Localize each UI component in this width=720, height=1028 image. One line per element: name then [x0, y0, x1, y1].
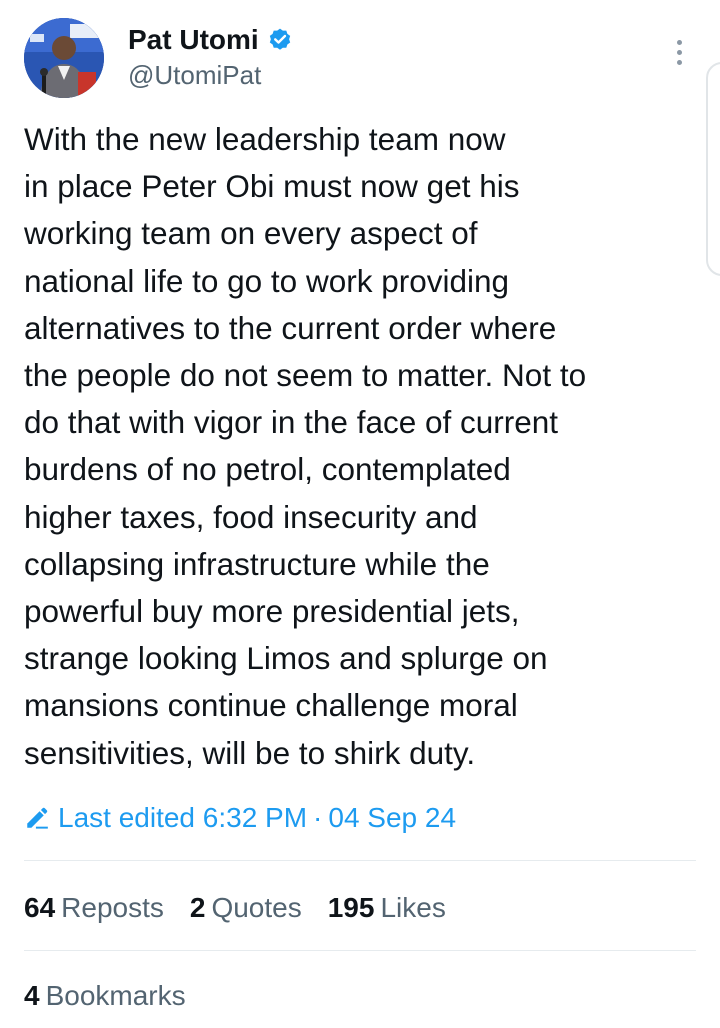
- more-dot: [676, 39, 682, 45]
- likes-count: 195: [327, 892, 375, 923]
- tweet-text-line: strange looking Limos and splurge on: [24, 640, 548, 677]
- tweet-text-line: collapsing infrastructure while the: [24, 545, 490, 582]
- tweet-text-line: the people do not seem to matter. Not to: [24, 357, 587, 394]
- bookmarks-label: Bookmarks: [45, 980, 186, 1011]
- quotes-count: 2: [189, 892, 206, 923]
- tweet-text-line: national life to go to work providing: [24, 262, 510, 299]
- bookmarks-count: 4: [24, 980, 40, 1011]
- tweet-detail: Pat Utomi @UtomiPat With the new leaders…: [0, 0, 720, 1028]
- engagement-stats: 64 Reposts 2 Quotes 195 Likes: [24, 888, 472, 928]
- last-edited-date[interactable]: 04 Sep 24: [328, 802, 456, 834]
- tweet-text-line: powerful buy more presidential jets,: [24, 593, 520, 630]
- tweet-text: With the new leadership team now in place…: [24, 116, 700, 777]
- author-handle[interactable]: @UtomiPat: [128, 58, 261, 92]
- verified-badge-icon: [267, 27, 293, 53]
- quotes-stat[interactable]: 2 Quotes: [190, 892, 302, 924]
- bookmarks-stat[interactable]: 4 Bookmarks: [24, 980, 186, 1012]
- tweet-text-line: higher taxes, food insecurity and: [24, 498, 478, 535]
- more-options-icon[interactable]: [664, 34, 694, 70]
- reposts-label: Reposts: [61, 892, 164, 923]
- last-edited-link[interactable]: Last edited 6:32 PM · 04 Sep 24: [24, 798, 456, 838]
- more-dot: [676, 49, 682, 55]
- tweet-text-line: alternatives to the current order where: [24, 309, 557, 346]
- reposts-stat[interactable]: 64 Reposts: [24, 892, 164, 924]
- divider: [24, 950, 696, 951]
- quotes-label: Quotes: [211, 892, 302, 923]
- tweet-text-line: mansions continue challenge moral: [24, 687, 518, 724]
- reposts-count: 64: [24, 892, 56, 923]
- likes-stat[interactable]: 195 Likes: [328, 892, 446, 924]
- tweet-text-line: do that with vigor in the face of curren…: [24, 404, 559, 441]
- pencil-edit-icon: [24, 805, 50, 831]
- avatar[interactable]: [24, 18, 104, 98]
- divider: [24, 860, 696, 861]
- tweet-text-line: sensitivities, will be to shirk duty.: [24, 734, 476, 771]
- avatar-image: [24, 18, 104, 98]
- last-edited-label[interactable]: Last edited 6:32 PM: [58, 802, 307, 834]
- tweet-text-line: burdens of no petrol, contemplated: [24, 451, 511, 488]
- tweet-text-line: in place Peter Obi must now get his: [24, 168, 520, 205]
- tweet-text-line: working team on every aspect of: [24, 215, 478, 252]
- author-name-row[interactable]: Pat Utomi: [128, 22, 293, 58]
- author-display-name[interactable]: Pat Utomi: [128, 22, 259, 58]
- bookmarks-stat-row: 4 Bookmarks: [24, 976, 212, 1016]
- tweet-text-line: With the new leadership team now: [24, 121, 506, 157]
- edge-scroll-handle[interactable]: [706, 62, 720, 276]
- separator-dot: ·: [313, 802, 323, 833]
- more-dot: [676, 59, 682, 65]
- likes-label: Likes: [380, 892, 446, 923]
